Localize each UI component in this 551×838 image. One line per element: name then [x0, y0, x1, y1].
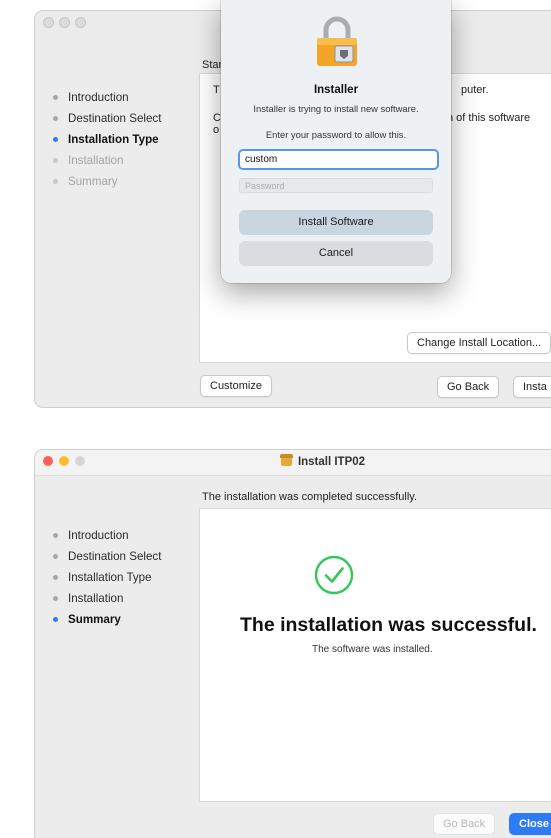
step-dot [53, 596, 58, 601]
body-text-fragment: C [213, 112, 221, 124]
page-heading: Star [202, 59, 223, 71]
sidebar-item-label: Installation Type [68, 571, 152, 584]
page-heading: The installation was completed successfu… [202, 491, 418, 503]
sidebar-item-introduction: Introduction [53, 525, 161, 546]
sidebar-item-label: Installation [68, 592, 124, 605]
password-dialog: Installer Installer is trying to install… [221, 0, 451, 283]
sidebar-item-label: Introduction [68, 91, 129, 104]
checkmark-circle-icon [314, 555, 354, 595]
sidebar-item-label: Installation Type [68, 133, 159, 146]
zoom-window-button[interactable] [75, 17, 86, 28]
go-back-button[interactable]: Go Back [437, 376, 500, 398]
dialog-message: Installer is trying to install new softw… [253, 103, 419, 114]
window-title-text: Install ITP02 [297, 456, 366, 468]
step-dot [53, 575, 58, 580]
username-field[interactable]: custom [238, 149, 439, 170]
password-field[interactable]: Password [239, 178, 433, 193]
body-text-fragment: n of this software [447, 112, 531, 124]
step-dot [53, 179, 58, 184]
sidebar-item-summary: Summary [53, 609, 161, 630]
steps-sidebar: Introduction Destination Select Installa… [53, 525, 161, 630]
install-button[interactable]: Insta [513, 376, 551, 398]
title-bar: Install ITP02 [35, 450, 551, 476]
sidebar-item-installation: Installation [53, 150, 161, 171]
go-back-button[interactable]: Go Back [433, 813, 496, 835]
sidebar-item-installation-type: Installation Type [53, 129, 161, 150]
sidebar-item-summary: Summary [53, 171, 161, 192]
success-subtitle: The software was installed. [312, 644, 433, 655]
sidebar-item-installation: Installation [53, 588, 161, 609]
step-dot [53, 158, 58, 163]
step-dot [53, 116, 58, 121]
sidebar-item-label: Summary [68, 175, 118, 188]
content-panel [199, 508, 551, 802]
step-dot [53, 554, 58, 559]
close-window-button[interactable] [43, 17, 54, 28]
change-install-location-button[interactable]: Change Install Location... [407, 332, 551, 354]
body-text-fragment: o [213, 124, 220, 136]
customize-button[interactable]: Customize [200, 375, 272, 397]
sidebar-item-label: Summary [68, 613, 121, 626]
success-title: The installation was successful. [240, 614, 537, 636]
step-dot-active [53, 617, 58, 622]
install-software-button[interactable]: Install Software [239, 210, 433, 235]
dialog-prompt: Enter your password to allow this. [265, 129, 407, 140]
cancel-button[interactable]: Cancel [239, 241, 433, 266]
sidebar-item-introduction: Introduction [53, 87, 161, 108]
step-dot-active [53, 137, 58, 142]
body-text-fragment: puter. [461, 84, 489, 96]
sidebar-item-label: Installation [68, 154, 124, 167]
minimize-window-button[interactable] [59, 17, 70, 28]
lock-icon [317, 16, 357, 66]
sidebar-item-destination-select: Destination Select [53, 108, 161, 129]
installer-window-summary: Install ITP02 The installation was compl… [34, 449, 551, 838]
step-dot [53, 95, 58, 100]
sidebar-item-label: Destination Select [68, 550, 162, 563]
body-text-fragment: T [213, 84, 220, 96]
dialog-title: Installer [313, 84, 359, 96]
window-title: Install ITP02 [35, 454, 551, 468]
sidebar-item-installation-type: Installation Type [53, 567, 161, 588]
sidebar-item-label: Introduction [68, 529, 129, 542]
close-button[interactable]: Close [509, 813, 551, 835]
sidebar-item-label: Destination Select [68, 112, 162, 125]
step-dot [53, 533, 58, 538]
steps-sidebar: Introduction Destination Select Installa… [53, 87, 161, 192]
package-icon [279, 454, 293, 466]
sidebar-item-destination-select: Destination Select [53, 546, 161, 567]
